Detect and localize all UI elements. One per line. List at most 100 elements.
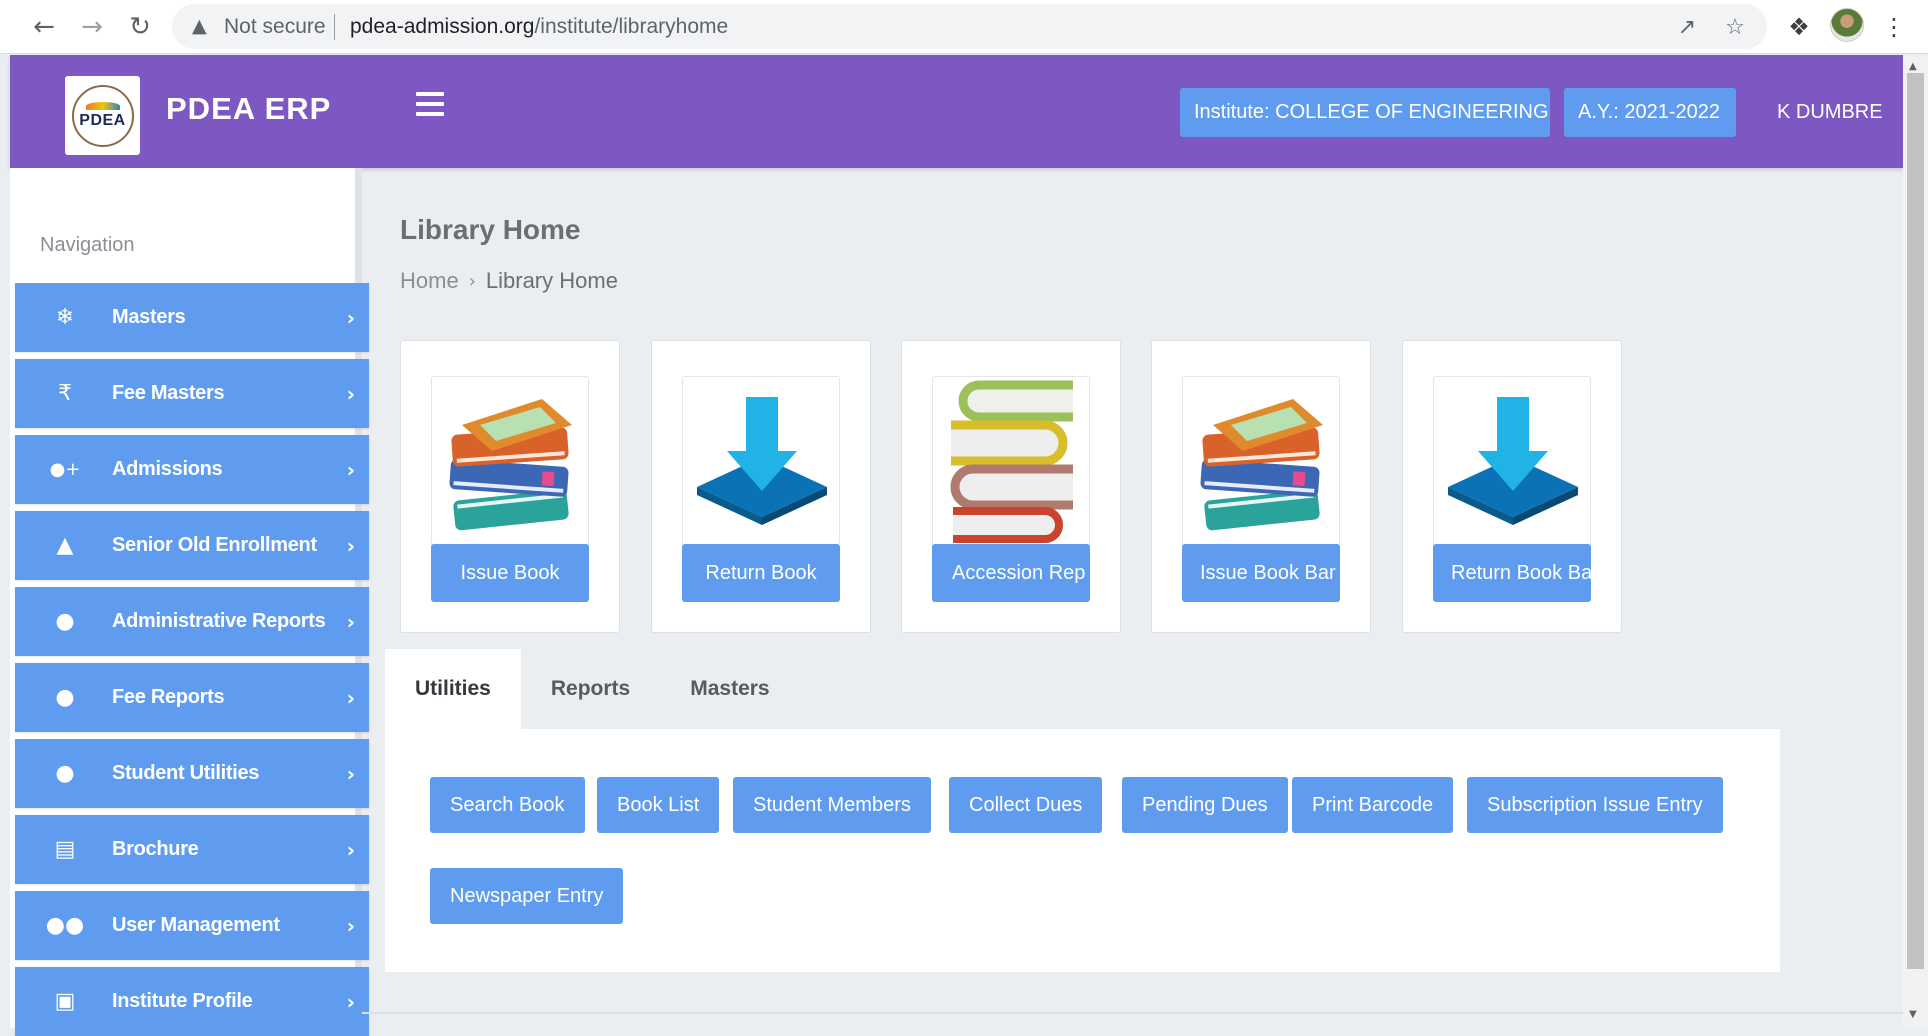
utilities-panel: Search Book Book List Student Members Co… xyxy=(385,729,1780,972)
search-book-button[interactable]: Search Book xyxy=(430,777,585,833)
sidebar-item-senior-old-enrollment[interactable]: ▲ Senior Old Enrollment › xyxy=(15,511,369,580)
tab-masters[interactable]: Masters xyxy=(660,649,799,729)
pending-dues-button[interactable]: Pending Dues xyxy=(1122,777,1288,833)
address-bar[interactable]: ▲ Not secure pdea-admission.org/institut… xyxy=(172,4,1767,49)
logo-emblem: PDEA xyxy=(71,84,134,147)
sidebar-item-label: Administrative Reports xyxy=(112,610,326,632)
academic-year-selector[interactable]: A.Y.: 2021-2022 xyxy=(1564,88,1736,137)
card-issue-book: Issue Book xyxy=(400,340,620,633)
sidebar-item-student-utilities[interactable]: ● Student Utilities › xyxy=(15,739,369,808)
scroll-down-icon[interactable]: ▼ xyxy=(1909,1009,1917,1020)
user-name[interactable]: K DUMBRE xyxy=(1777,101,1883,124)
sidebar-item-label: Admissions xyxy=(112,458,223,480)
download-arrow-icon[interactable] xyxy=(682,376,840,546)
snowflake-icon: ❄ xyxy=(55,305,75,330)
sidebar-item-masters[interactable]: ❄ Masters › xyxy=(15,283,369,352)
institute-selector[interactable]: Institute: COLLEGE OF ENGINEERING xyxy=(1180,88,1550,137)
sidebar-item-label: Senior Old Enrollment xyxy=(112,534,317,556)
card-issue-book-barcode: Issue Book Bar xyxy=(1151,340,1371,633)
chevron-right-icon: › xyxy=(346,610,355,634)
extensions-puzzle-icon[interactable]: ❖ xyxy=(1782,10,1816,44)
return-book-button[interactable]: Return Book xyxy=(682,544,840,602)
print-barcode-button[interactable]: Print Barcode xyxy=(1292,777,1454,833)
issue-book-barcode-button[interactable]: Issue Book Bar xyxy=(1182,544,1340,602)
reload-icon[interactable]: ↻ xyxy=(122,9,158,45)
sidebar: Navigation ❄ Masters › ₹ Fee Masters › ●… xyxy=(10,168,369,1036)
return-book-barcode-button[interactable]: Return Book Ba xyxy=(1433,544,1591,602)
app-header: PDEA PDEA ERP Institute: COLLEGE OF ENGI… xyxy=(10,55,1903,168)
logo-flame-icon xyxy=(85,101,120,110)
brand-title[interactable]: PDEA ERP xyxy=(166,91,331,127)
chevron-right-icon: › xyxy=(346,838,355,862)
url-text[interactable]: pdea-admission.org/institute/libraryhome xyxy=(350,15,728,39)
issue-book-button[interactable]: Issue Book xyxy=(431,544,589,602)
sidebar-item-fee-masters[interactable]: ₹ Fee Masters › xyxy=(15,359,369,428)
graduation-cap-icon: ▲ xyxy=(56,533,74,558)
menu-kebab-icon[interactable]: ⋮ xyxy=(1877,10,1911,44)
user-plus-icon: ●+ xyxy=(49,459,81,480)
profile-avatar[interactable] xyxy=(1830,8,1864,42)
accession-report-button[interactable]: Accession Rep xyxy=(932,544,1090,602)
sidebar-item-label: Masters xyxy=(112,306,186,328)
pdea-logo[interactable]: PDEA xyxy=(65,76,140,155)
chevron-right-icon: › xyxy=(468,270,476,292)
book-stack-icon[interactable] xyxy=(1182,376,1340,546)
back-arrow-icon[interactable]: ← xyxy=(26,9,62,45)
book-list-icon: ▤ xyxy=(54,837,76,862)
newspaper-entry-button[interactable]: Newspaper Entry xyxy=(430,868,624,924)
chevron-right-icon: › xyxy=(346,458,355,482)
chevron-right-icon: › xyxy=(346,382,355,406)
hamburger-menu-icon[interactable] xyxy=(416,92,444,116)
breadcrumb-home[interactable]: Home xyxy=(400,268,459,294)
tab-reports[interactable]: Reports xyxy=(521,649,660,729)
star-icon[interactable]: ☆ xyxy=(1720,12,1750,42)
alert-circle-icon: ● xyxy=(55,761,75,786)
url-path: /institute/libraryhome xyxy=(534,15,729,38)
sidebar-item-label: Fee Reports xyxy=(112,686,225,708)
chevron-right-icon: › xyxy=(346,686,355,710)
chevron-right-icon: › xyxy=(346,762,355,786)
footer-divider xyxy=(362,1012,1903,1014)
sidebar-item-label: Fee Masters xyxy=(112,382,225,404)
card-accession-report: Accession Rep xyxy=(901,340,1121,633)
books-spines-icon[interactable] xyxy=(932,376,1090,546)
book-stack-icon[interactable] xyxy=(431,376,589,546)
sidebar-item-institute-profile[interactable]: ▣ Institute Profile › xyxy=(15,967,369,1036)
tab-utilities[interactable]: Utilities xyxy=(385,649,521,729)
breadcrumb-current: Library Home xyxy=(485,268,618,293)
browser-toolbar: ← → ↻ ▲ Not secure pdea-admission.org/in… xyxy=(0,0,1928,54)
student-members-button[interactable]: Student Members xyxy=(733,777,931,833)
chevron-right-icon: › xyxy=(346,534,355,558)
address-divider xyxy=(334,14,335,40)
id-card-icon: ▣ xyxy=(54,989,76,1014)
page-scrollbar[interactable]: ▲ ▼ xyxy=(1903,55,1928,1028)
book-list-button[interactable]: Book List xyxy=(597,777,720,833)
chevron-right-icon: › xyxy=(346,306,355,330)
sidebar-item-user-management[interactable]: ●● User Management › xyxy=(15,891,369,960)
chevron-right-icon: › xyxy=(346,990,355,1014)
library-tabs: Utilities Reports Masters xyxy=(385,649,800,729)
alert-circle-icon: ● xyxy=(55,609,75,634)
download-arrow-icon[interactable] xyxy=(1433,376,1591,546)
subscription-issue-entry-button[interactable]: Subscription Issue Entry xyxy=(1467,777,1723,833)
forward-arrow-icon[interactable]: → xyxy=(74,9,110,45)
sidebar-item-label: User Management xyxy=(112,914,280,936)
scroll-up-icon[interactable]: ▲ xyxy=(1909,61,1917,72)
card-return-book: Return Book xyxy=(651,340,871,633)
sidebar-item-admissions[interactable]: ●+ Admissions › xyxy=(15,435,369,504)
users-icon: ●● xyxy=(45,913,85,938)
sidebar-item-fee-reports[interactable]: ● Fee Reports › xyxy=(15,663,369,732)
card-return-book-barcode: Return Book Ba xyxy=(1402,340,1622,633)
sidebar-item-administrative-reports[interactable]: ● Administrative Reports › xyxy=(15,587,369,656)
not-secure-label[interactable]: Not secure xyxy=(224,15,326,39)
sidebar-item-label: Student Utilities xyxy=(112,762,260,784)
page-title: Library Home xyxy=(400,214,581,245)
collect-dues-button[interactable]: Collect Dues xyxy=(949,777,1103,833)
warning-icon: ▲ xyxy=(192,15,207,37)
scroll-thumb[interactable] xyxy=(1907,73,1924,969)
alert-circle-icon: ● xyxy=(55,685,75,710)
sidebar-item-label: Brochure xyxy=(112,838,199,860)
share-icon[interactable]: ↗ xyxy=(1672,12,1702,42)
chevron-right-icon: › xyxy=(346,914,355,938)
sidebar-item-brochure[interactable]: ▤ Brochure › xyxy=(15,815,369,884)
